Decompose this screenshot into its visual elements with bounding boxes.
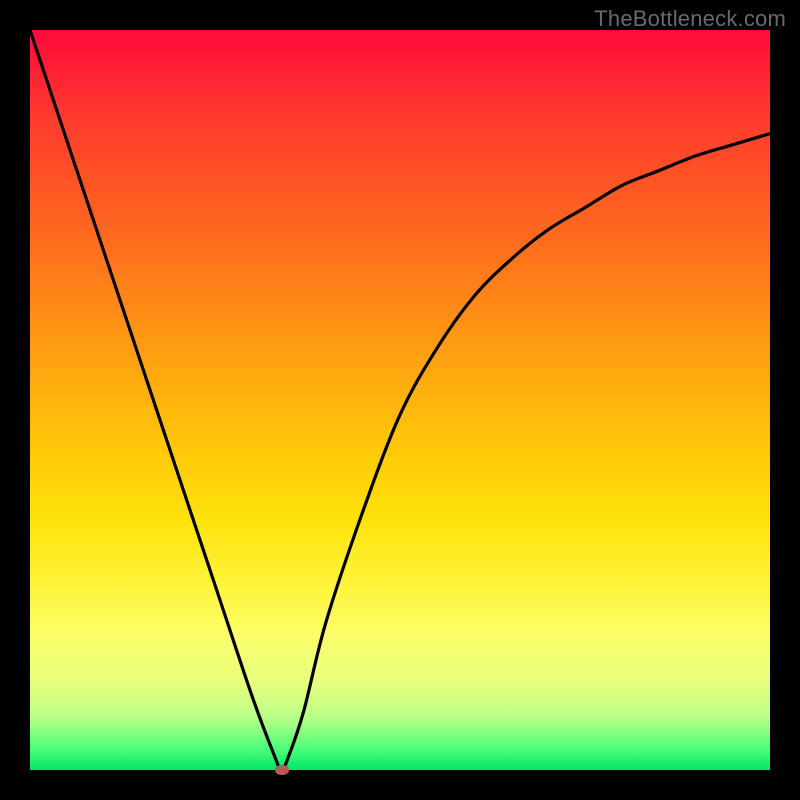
optimal-point-marker [275, 765, 289, 775]
plot-area [30, 30, 770, 770]
chart-frame: TheBottleneck.com [0, 0, 800, 800]
bottleneck-curve [30, 30, 770, 770]
watermark-text: TheBottleneck.com [594, 6, 786, 32]
